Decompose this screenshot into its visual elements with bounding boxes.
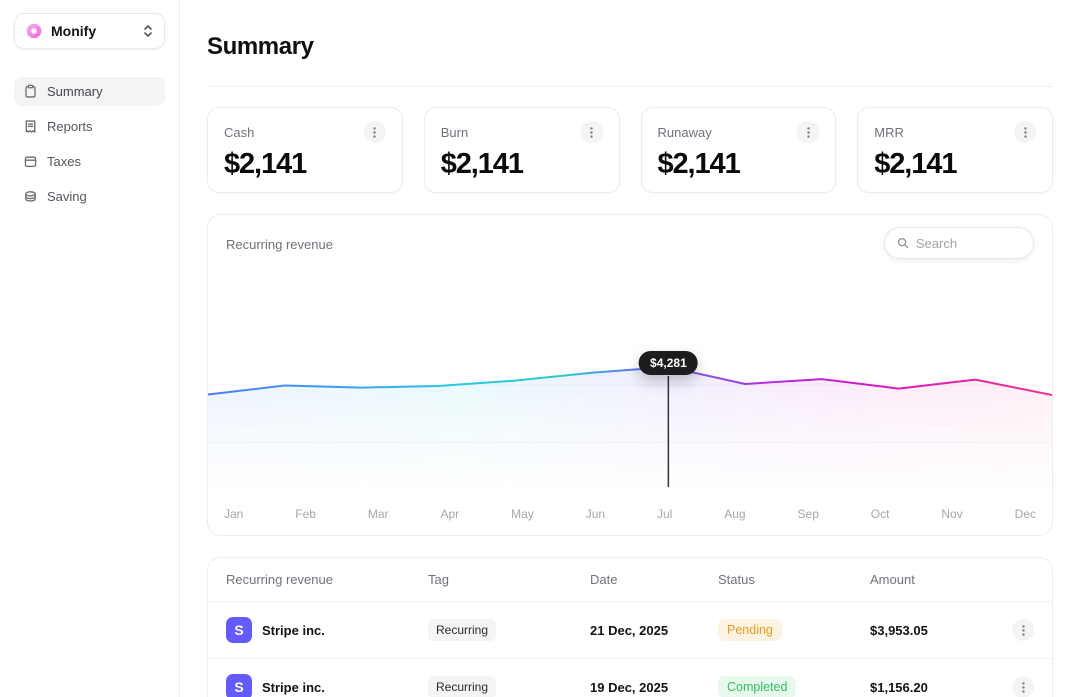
page-title: Summary	[207, 33, 314, 60]
month-label: Jun	[585, 507, 606, 521]
col-header-tag: Tag	[428, 572, 449, 587]
sidebar-item-taxes[interactable]: Taxes	[14, 147, 165, 176]
month-label: Feb	[295, 507, 316, 521]
stat-card: Cash $2,141	[207, 107, 403, 193]
chart-plot-area: $4,281	[208, 237, 1052, 487]
sidebar-item-label: Saving	[47, 189, 87, 204]
row-menu-button[interactable]	[1012, 676, 1034, 697]
month-label: Aug	[724, 507, 746, 521]
recurring-revenue-chart-card: Recurring revenue Search $4,281 Jan Feb …	[207, 214, 1053, 536]
vendor-cell: S Stripe inc.	[226, 617, 428, 643]
stat-value: $2,141	[874, 148, 957, 180]
stat-label: Runaway	[657, 124, 712, 140]
stat-value: $2,141	[657, 148, 741, 180]
month-label: Mar	[367, 507, 389, 521]
calendar-icon	[24, 156, 37, 168]
stripe-logo-icon: S	[226, 674, 252, 697]
month-label: Sep	[797, 507, 819, 521]
search-icon	[897, 237, 909, 249]
chart-header: Recurring revenue	[208, 215, 1052, 259]
stat-menu-button[interactable]	[580, 121, 603, 143]
amount-cell: $3,953.05	[870, 622, 928, 638]
month-label: Apr	[440, 507, 460, 521]
tag-pill: Recurring	[428, 676, 497, 697]
brand-name: Monify	[51, 23, 97, 39]
sidebar-item-label: Summary	[47, 84, 103, 99]
status-badge: Pending	[718, 619, 782, 641]
col-header-amount: Amount	[870, 572, 915, 587]
month-label: Oct	[870, 507, 890, 521]
receipt-icon	[25, 120, 36, 134]
stat-value: $2,141	[440, 148, 524, 180]
vendor-cell: S Stripe inc.	[226, 674, 428, 697]
tag-pill: Recurring	[428, 619, 497, 641]
x-axis-labels: Jan Feb Mar Apr May Jun Jul Aug Sep Oct …	[208, 507, 1052, 521]
app-root: Monify Summary Reports Taxes Saving Summ…	[0, 0, 1080, 697]
sidebar-item-reports[interactable]: Reports	[14, 112, 165, 141]
table-row: S Stripe inc. Recurring 21 Dec, 2025 Pen…	[208, 602, 1052, 659]
month-label: Nov	[941, 507, 963, 521]
clipboard-icon	[25, 84, 36, 98]
transactions-table-card: Recurring revenue Tag Date Status Amount…	[207, 557, 1053, 697]
stripe-logo-icon: S	[226, 617, 252, 643]
stat-value: $2,141	[224, 148, 307, 180]
coins-icon	[25, 191, 36, 202]
stat-label: MRR	[874, 124, 904, 140]
date-cell: 19 Dec, 2025	[590, 679, 669, 695]
revenue-chart-svg	[208, 366, 1052, 487]
sidebar-item-label: Taxes	[47, 154, 81, 169]
stats-row: Cash $2,141 Burn $2,141 Runaway $2,141 M…	[207, 107, 1053, 193]
month-label: May	[511, 507, 534, 521]
chevron-up-down-icon	[144, 25, 152, 37]
row-menu-button[interactable]	[1012, 619, 1034, 641]
stat-card: Runaway $2,141	[640, 107, 837, 193]
chart-title: Recurring revenue	[226, 237, 333, 252]
stat-label: Cash	[224, 124, 255, 140]
kebab-icon	[807, 126, 810, 138]
kebab-icon	[1021, 624, 1025, 636]
monify-logo-icon	[26, 23, 42, 39]
amount-cell: $1,156.20	[870, 679, 928, 695]
stat-card: MRR $2,141	[857, 107, 1053, 193]
search-input[interactable]	[915, 235, 1021, 251]
sidebar: Monify Summary Reports Taxes Saving	[0, 0, 180, 697]
col-header-recurring-revenue: Recurring revenue	[226, 572, 333, 587]
stat-menu-button[interactable]	[1014, 121, 1036, 143]
vendor-name: Stripe inc.	[262, 679, 325, 695]
vendor-name: Stripe inc.	[262, 622, 325, 638]
stat-card: Burn $2,141	[423, 107, 620, 193]
chart-tooltip: $4,281	[639, 351, 698, 375]
kebab-icon	[590, 126, 593, 138]
kebab-icon	[373, 126, 376, 138]
sidebar-item-summary[interactable]: Summary	[14, 77, 165, 106]
status-badge: Completed	[718, 676, 797, 697]
month-label: Jul	[656, 507, 673, 521]
stat-label: Burn	[440, 124, 469, 140]
table-header-row: Recurring revenue Tag Date Status Amount	[208, 558, 1052, 602]
col-header-date: Date	[590, 572, 618, 587]
table-row: S Stripe inc. Recurring 19 Dec, 2025 Com…	[208, 659, 1052, 697]
date-cell: 21 Dec, 2025	[590, 622, 669, 638]
main-content: Summary Cash $2,141 Burn $2,141 Runaway …	[180, 0, 1080, 697]
stat-menu-button[interactable]	[363, 121, 386, 143]
month-label: Jan	[224, 507, 244, 521]
sidebar-nav: Summary Reports Taxes Saving	[14, 77, 165, 211]
sidebar-item-saving[interactable]: Saving	[14, 182, 165, 211]
search-box[interactable]	[884, 227, 1034, 259]
month-label: Dec	[1014, 507, 1036, 521]
sidebar-item-label: Reports	[47, 119, 93, 134]
col-header-status: Status	[718, 572, 755, 587]
workspace-switcher[interactable]: Monify	[14, 13, 165, 49]
title-divider	[207, 86, 1053, 87]
kebab-icon	[1021, 681, 1025, 693]
stat-menu-button[interactable]	[797, 121, 820, 143]
kebab-icon	[1023, 126, 1027, 138]
